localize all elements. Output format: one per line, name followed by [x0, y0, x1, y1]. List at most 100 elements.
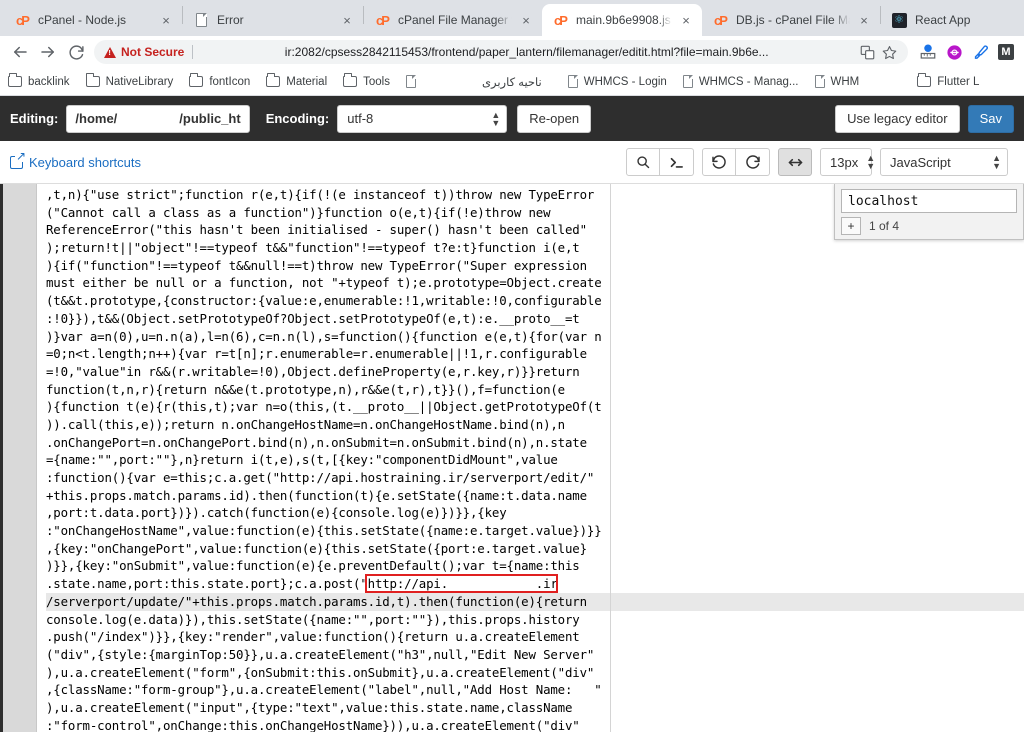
ruler-extension-icon[interactable] — [916, 40, 940, 64]
code-pane[interactable]: ,t,n){"use strict";function r(e,t){if(!(… — [38, 184, 1024, 732]
search-icon[interactable] — [626, 148, 660, 176]
code-line: +this.props.match.params.id).then(functi… — [46, 487, 587, 503]
eyedropper-extension-icon[interactable] — [968, 40, 992, 64]
bookmark-material[interactable]: Material — [266, 73, 328, 88]
find-controls: + 1 of 4 — [841, 217, 1017, 235]
bookmark-nativelibrary[interactable]: NativeLibrary — [85, 73, 173, 88]
find-add-button[interactable]: + — [841, 217, 861, 235]
bookmark-whmcs-manage[interactable]: WHMCS - Manag... — [682, 75, 799, 88]
address-bar[interactable]: Not Secure ir:2082/cpsess2842115453/fron… — [94, 40, 908, 64]
folder-icon — [343, 73, 358, 87]
star-icon[interactable] — [880, 45, 898, 60]
code-line: ){if("function"!==typeof t&&null!==t)thr… — [46, 257, 587, 273]
browser-tab-cpanel-nodejs[interactable]: cP cPanel - Node.js × — [4, 4, 182, 36]
cpanel-icon: cP — [16, 12, 30, 28]
cpanel-icon: cP — [714, 12, 728, 28]
tab-close-icon[interactable]: × — [158, 12, 174, 28]
bookmark-label: WHM — [830, 75, 860, 88]
redo-icon[interactable] — [736, 148, 770, 176]
font-size-select[interactable]: 13px ▲ ▼ — [820, 148, 876, 176]
browser-tab-file-manager-v3[interactable]: cP cPanel File Manager v3 × — [364, 4, 542, 36]
folder-icon — [8, 73, 22, 87]
terminal-icon[interactable] — [660, 148, 694, 176]
forward-button[interactable] — [34, 38, 62, 66]
code-line: ={name:"",port:""},n}return i(t,e),s(t,[… — [46, 452, 558, 468]
save-button[interactable]: Sav — [967, 104, 1014, 133]
find-match-count: 1 of 4 — [869, 219, 900, 233]
page-icon — [682, 75, 693, 88]
folder-icon — [266, 73, 281, 87]
font-size-value: 13px — [830, 154, 859, 170]
use-legacy-editor-button[interactable]: Use legacy editor — [835, 104, 960, 133]
code-line: .state.name,port:this.state.port};c.a.po… — [46, 576, 558, 592]
color-picker-extension-icon[interactable] — [942, 40, 966, 64]
bookmark-backlink[interactable]: backlink — [8, 73, 70, 88]
bookmark-label: WHMCS - Manag... — [698, 75, 799, 88]
find-input[interactable]: localhost — [841, 189, 1017, 213]
path-prefix: /home/ — [75, 111, 118, 126]
chevron-updown-icon: ▲ ▼ — [866, 153, 876, 171]
browser-tab-db-js[interactable]: cP DB.js - cPanel File Man × — [702, 4, 880, 36]
language-value: JavaScript — [890, 154, 951, 170]
undo-icon[interactable] — [702, 148, 736, 176]
back-button[interactable] — [6, 38, 34, 66]
code-line: ("div",{style:{marginTop:50}},u.a.create… — [46, 646, 595, 662]
wrap-guide — [610, 184, 611, 732]
not-secure-label: Not Secure — [121, 45, 185, 59]
keyboard-shortcuts-label: Keyboard shortcuts — [29, 154, 142, 170]
word-wrap-icon[interactable] — [778, 148, 812, 176]
code-editor[interactable]: ,t,n){"use strict";function r(e,t){if(!(… — [0, 183, 1024, 732]
code-line: function(t,n,r){return n&&e(t.prototype,… — [46, 381, 565, 397]
bookmark-label: ناحیه کاربری — [482, 76, 542, 89]
folder-icon — [85, 73, 100, 87]
bookmark-flutter[interactable]: Flutter L — [917, 73, 980, 88]
code-text[interactable]: ,t,n){"use strict";function r(e,t){if(!(… — [38, 184, 1024, 732]
editor-gutter — [0, 184, 37, 732]
cpanel-icon: cP — [554, 12, 568, 28]
tab-close-icon[interactable]: × — [518, 12, 534, 28]
tab-close-icon[interactable]: × — [678, 12, 694, 28]
markdown-extension-icon[interactable]: M — [994, 40, 1018, 64]
bookmark-untitled-1[interactable] — [406, 75, 422, 88]
encoding-select[interactable]: utf-8 ▲ ▼ — [337, 104, 508, 133]
tab-title: cPanel - Node.js — [38, 13, 127, 27]
code-line: console.log(e.data)}),this.setState({nam… — [46, 611, 580, 627]
code-line: :"onChangeHostName",value:function(e){th… — [46, 523, 602, 539]
bookmark-fonticon[interactable]: fontIcon — [189, 73, 250, 88]
tab-close-icon[interactable]: × — [339, 12, 355, 28]
encoding-label: Encoding: — [265, 111, 330, 126]
bookmark-whm[interactable]: WHM — [814, 75, 860, 88]
page-icon — [814, 75, 825, 88]
keyboard-shortcuts-link[interactable]: Keyboard shortcuts — [10, 149, 142, 170]
bookmark-label: Flutter L — [937, 75, 980, 88]
code-line: ,{key:"onChangePort",value:function(e){t… — [46, 540, 587, 556]
code-line: /serverport/update/"+this.props.match.pa… — [46, 592, 1024, 611]
browser-tab-main-js-active[interactable]: cP main.9b6e9908.js - cPa × — [542, 4, 702, 36]
browser-toolbar: Not Secure ir:2082/cpsess2842115453/fron… — [0, 36, 1024, 68]
editor-header: Editing: /home/ /public_ht Encoding: utf-… — [0, 96, 1024, 141]
language-select[interactable]: JavaScript ▲ ▼ — [880, 148, 1008, 176]
code-line: ),u.a.createElement("form",{onSubmit:thi… — [46, 664, 595, 680]
tab-close-icon[interactable]: × — [856, 12, 872, 28]
history-group — [702, 148, 770, 176]
reload-button[interactable] — [62, 38, 90, 66]
browser-tab-react-app[interactable]: ⚛ React App — [881, 4, 1001, 36]
reopen-button[interactable]: Re-open — [517, 104, 592, 133]
browser-window: cP cPanel - Node.js × Error × cP cPanel … — [0, 0, 1024, 732]
browser-tab-error[interactable]: Error × — [183, 4, 363, 36]
bookmark-whmcs-login[interactable]: WHMCS - Login — [567, 75, 667, 88]
editor-toolbar: Keyboard shortcuts 13px — [0, 141, 1024, 183]
code-line: =0;n<t.length;n++){var r=t[n];r.enumerab… — [46, 346, 587, 362]
tab-title: cPanel File Manager v3 — [398, 13, 512, 27]
chevron-updown-icon: ▲ ▼ — [992, 153, 1001, 171]
react-icon: ⚛ — [891, 12, 907, 28]
gutter-edge — [0, 184, 3, 732]
bookmark-tools[interactable]: Tools — [343, 73, 390, 88]
find-widget[interactable]: localhost + 1 of 4 — [834, 184, 1024, 240]
url-wrap: ir:2082/cpsess2842115453/frontend/paper_… — [199, 45, 854, 59]
bookmark-user-area[interactable]: ناحیه کاربری — [482, 75, 542, 89]
not-secure-indicator[interactable]: Not Secure — [104, 45, 194, 59]
translate-icon[interactable] — [858, 45, 876, 60]
bookmark-label: Material — [286, 75, 328, 88]
code-line: ,{className:"form-group"},u.a.createElem… — [46, 682, 602, 698]
